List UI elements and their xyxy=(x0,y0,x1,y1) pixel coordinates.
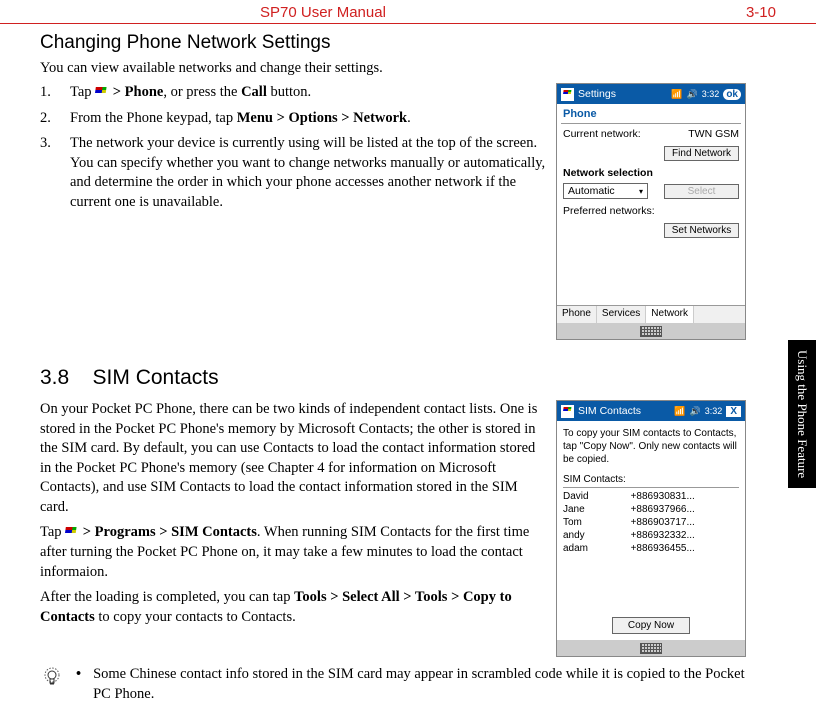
titlebar: SIM Contacts 📶 🔊 3:32 X xyxy=(557,401,745,421)
phone-header: Phone xyxy=(557,104,745,122)
titlebar: Settings 📶 🔊 3:32 ok xyxy=(557,84,745,104)
intro-text: You can view available networks and chan… xyxy=(40,60,746,77)
softkey-bar xyxy=(557,323,745,339)
contact-row[interactable]: Jane+886937966... xyxy=(563,503,739,516)
section-title: 3.8 SIM Contacts xyxy=(40,366,746,390)
signal-icon: 📶 xyxy=(671,89,682,100)
contact-row[interactable]: andy+886932332... xyxy=(563,529,739,542)
current-network-label: Current network: xyxy=(563,128,641,140)
keyboard-icon[interactable] xyxy=(640,326,662,337)
sim-para-2: Tap > Programs > SIM Contacts. When runn… xyxy=(40,523,546,582)
volume-icon: 🔊 xyxy=(687,89,698,100)
volume-icon: 🔊 xyxy=(690,406,701,417)
sim-para-1: On your Pocket PC Phone, there can be tw… xyxy=(40,400,546,517)
find-network-button[interactable]: Find Network xyxy=(664,146,739,161)
page-number: 3-10 xyxy=(746,4,776,21)
windows-icon xyxy=(64,527,80,539)
content: Changing Phone Network Settings You can … xyxy=(0,24,816,714)
select-button: Select xyxy=(664,184,739,199)
step-2: From the Phone keypad, tap Menu > Option… xyxy=(40,109,546,129)
windows-icon xyxy=(561,405,574,418)
sim-contacts-label: SIM Contacts: xyxy=(563,474,739,485)
softkey-bar xyxy=(557,640,745,656)
note-text: Some Chinese contact info stored in the … xyxy=(93,665,746,704)
contact-row[interactable]: adam+886936455... xyxy=(563,542,739,555)
tab-services[interactable]: Services xyxy=(597,306,646,323)
set-networks-button[interactable]: Set Networks xyxy=(664,223,739,238)
step-1: Tap > Phone, or press the Call button. xyxy=(40,83,546,103)
tabs: Phone Services Network xyxy=(557,305,745,323)
settings-mock: Settings 📶 🔊 3:32 ok Phone Current netwo… xyxy=(556,83,746,340)
sim-contacts-mock: SIM Contacts 📶 🔊 3:32 X To copy your SIM… xyxy=(556,400,746,657)
preferred-networks-label: Preferred networks: xyxy=(563,205,655,217)
page-header: SP70 User Manual 3-10 xyxy=(0,0,816,24)
steps-list: Tap > Phone, or press the Call button. F… xyxy=(40,83,546,212)
close-button[interactable]: X xyxy=(726,406,741,417)
signal-icon: 📶 xyxy=(674,406,685,417)
ok-button[interactable]: ok xyxy=(723,89,741,100)
tab-network[interactable]: Network xyxy=(646,306,694,323)
manual-title: SP70 User Manual xyxy=(260,4,386,21)
network-selection-label: Network selection xyxy=(563,167,739,179)
windows-icon xyxy=(94,87,110,99)
contact-row[interactable]: David+886930831... xyxy=(563,490,739,503)
copy-now-button[interactable]: Copy Now xyxy=(612,617,690,634)
sim-para-3: After the loading is completed, you can … xyxy=(40,588,546,627)
window-title: Settings xyxy=(578,88,616,100)
time: 3:32 xyxy=(705,406,723,416)
contact-row[interactable]: Tom+886903717... xyxy=(563,516,739,529)
time: 3:32 xyxy=(702,89,720,99)
tab-phone[interactable]: Phone xyxy=(557,306,597,323)
current-network-value: TWN GSM xyxy=(688,128,739,140)
keyboard-icon[interactable] xyxy=(640,643,662,654)
lightbulb-icon xyxy=(40,665,64,693)
chapter-tab: Using the Phone Feature xyxy=(788,340,816,488)
window-title: SIM Contacts xyxy=(578,405,641,417)
step-3: The network your device is currently usi… xyxy=(40,134,546,212)
note-block: • Some Chinese contact info stored in th… xyxy=(40,665,746,704)
contacts-list: David+886930831... Jane+886937966... Tom… xyxy=(563,490,739,555)
windows-icon xyxy=(561,88,574,101)
note-bullet: • xyxy=(76,665,81,704)
network-mode-dropdown[interactable]: Automatic xyxy=(563,183,648,199)
copy-instruction: To copy your SIM contacts to Contacts, t… xyxy=(563,427,739,466)
section-subtitle: Changing Phone Network Settings xyxy=(40,32,746,54)
